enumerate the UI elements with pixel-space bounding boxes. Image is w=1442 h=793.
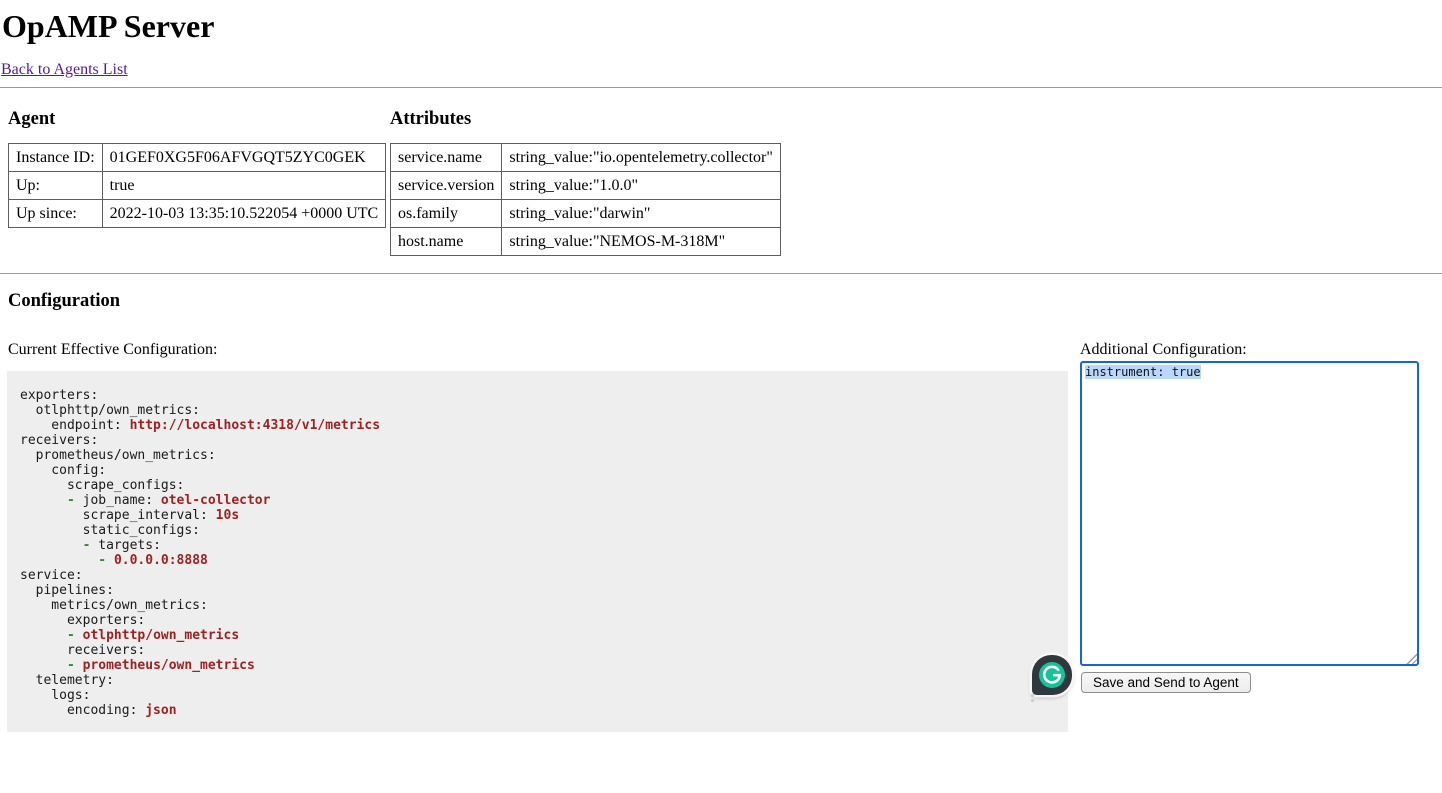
- code-line: - prometheus/own_metrics: [20, 658, 1055, 673]
- row-value: true: [102, 172, 386, 200]
- attributes-heading: Attributes: [390, 109, 781, 130]
- agent-heading: Agent: [8, 109, 390, 130]
- row-value: string_value:"darwin": [502, 200, 781, 228]
- agent-table: Instance ID:01GEF0XG5F06AFVGQT5ZYC0GEKUp…: [8, 143, 386, 228]
- row-label: service.name: [391, 144, 502, 172]
- code-line: telemetry:: [20, 673, 1055, 688]
- additional-config-column: Additional Configuration: instrument: tr…: [1080, 312, 1429, 693]
- code-line: encoding: json: [20, 703, 1055, 718]
- code-line: - otlphttp/own_metrics: [20, 628, 1055, 643]
- row-label: service.version: [391, 172, 502, 200]
- code-line: - job_name: otel-collector: [20, 493, 1055, 508]
- row-value: 2022-10-03 13:35:10.522054 +0000 UTC: [102, 200, 386, 228]
- code-line: config:: [20, 463, 1055, 478]
- code-line: receivers:: [20, 643, 1055, 658]
- page-title: OpAMP Server: [2, 8, 1442, 45]
- additional-config-textarea[interactable]: instrument: true: [1080, 361, 1419, 666]
- code-line: scrape_configs:: [20, 478, 1055, 493]
- code-line: exporters:: [20, 613, 1055, 628]
- agent-info-section: Agent Instance ID:01GEF0XG5F06AFVGQT5ZYC…: [0, 88, 1442, 256]
- table-row: Up:true: [9, 172, 386, 200]
- configuration-heading: Configuration: [8, 291, 1442, 312]
- grammarly-drag-handle[interactable]: [1031, 694, 1034, 697]
- row-value: string_value:"NEMOS-M-318M": [502, 228, 781, 256]
- attributes-column: Attributes service.namestring_value:"io.…: [390, 88, 781, 256]
- effective-config-code: exporters: otlphttp/own_metrics: endpoin…: [7, 371, 1068, 732]
- code-line: metrics/own_metrics:: [20, 598, 1055, 613]
- code-line: exporters:: [20, 388, 1055, 403]
- code-line: endpoint: http://localhost:4318/v1/metri…: [20, 418, 1055, 433]
- row-label: os.family: [391, 200, 502, 228]
- effective-config-label: Current Effective Configuration:: [8, 340, 1068, 359]
- configuration-section: Configuration Current Effective Configur…: [0, 291, 1442, 732]
- code-line: prometheus/own_metrics:: [20, 448, 1055, 463]
- additional-config-value: instrument: true: [1085, 365, 1201, 379]
- grammarly-g-glyph: [1039, 662, 1065, 688]
- code-line: logs:: [20, 688, 1055, 703]
- row-label: Up:: [9, 172, 103, 200]
- table-row: service.namestring_value:"io.opentelemet…: [391, 144, 781, 172]
- row-label: Instance ID:: [9, 144, 103, 172]
- agent-column: Agent Instance ID:01GEF0XG5F06AFVGQT5ZYC…: [8, 88, 390, 228]
- code-line: - 0.0.0.0:8888: [20, 553, 1055, 568]
- code-line: scrape_interval: 10s: [20, 508, 1055, 523]
- table-row: Instance ID:01GEF0XG5F06AFVGQT5ZYC0GEK: [9, 144, 386, 172]
- code-line: pipelines:: [20, 583, 1055, 598]
- code-line: receivers:: [20, 433, 1055, 448]
- table-row: host.namestring_value:"NEMOS-M-318M": [391, 228, 781, 256]
- row-label: Up since:: [9, 200, 103, 228]
- row-value: 01GEF0XG5F06AFVGQT5ZYC0GEK: [102, 144, 386, 172]
- table-row: os.familystring_value:"darwin": [391, 200, 781, 228]
- table-row: Up since:2022-10-03 13:35:10.522054 +000…: [9, 200, 386, 228]
- additional-config-label: Additional Configuration:: [1080, 340, 1429, 359]
- row-value: string_value:"1.0.0": [502, 172, 781, 200]
- save-and-send-button[interactable]: Save and Send to Agent: [1081, 672, 1251, 693]
- textarea-resize-handle[interactable]: [1405, 652, 1417, 664]
- row-value: string_value:"io.opentelemetry.collector…: [502, 144, 781, 172]
- table-row: service.versionstring_value:"1.0.0": [391, 172, 781, 200]
- attributes-table: service.namestring_value:"io.opentelemet…: [390, 143, 781, 256]
- grammarly-g-icon[interactable]: [1032, 655, 1072, 695]
- row-label: host.name: [391, 228, 502, 256]
- effective-config-column: Current Effective Configuration: exporte…: [7, 312, 1068, 732]
- back-to-agents-link[interactable]: Back to Agents List: [1, 60, 128, 79]
- code-line: static_configs:: [20, 523, 1055, 538]
- code-line: - targets:: [20, 538, 1055, 553]
- divider-middle: [0, 273, 1442, 274]
- grammarly-widget[interactable]: [1030, 653, 1074, 700]
- code-line: otlphttp/own_metrics:: [20, 403, 1055, 418]
- code-line: service:: [20, 568, 1055, 583]
